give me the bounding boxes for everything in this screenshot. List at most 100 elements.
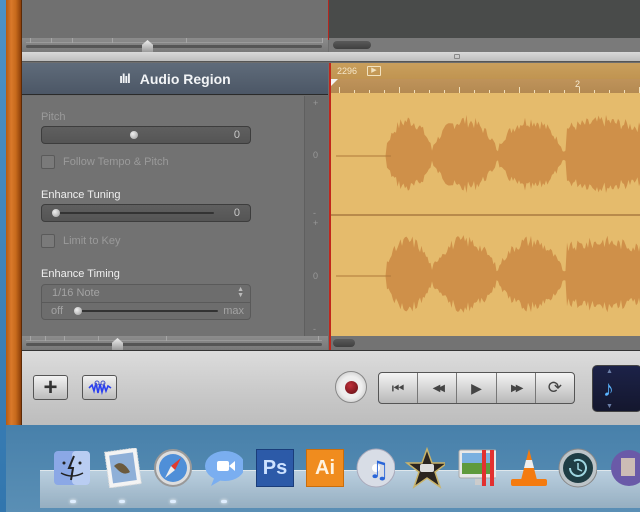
play-icon: ▶ — [471, 379, 482, 396]
garageband-window: ılıl Audio Region Pitch 0 Follow Tempo &… — [22, 0, 640, 425]
illustrator-icon: Ai — [306, 449, 344, 487]
music-note-icon: ♪ — [603, 376, 614, 401]
horizontal-scrollbar-top[interactable] — [329, 38, 640, 52]
record-icon — [345, 381, 358, 394]
beat-ruler[interactable]: 2 — [331, 79, 640, 93]
tempo-readout: 2296 — [337, 66, 358, 76]
mail-icon — [104, 448, 142, 488]
record-button[interactable] — [335, 371, 367, 403]
imovie-icon — [405, 447, 445, 489]
ichat-icon — [205, 451, 243, 486]
limit-to-key-label: Limit to Key — [63, 235, 121, 247]
parallels-icon — [458, 449, 496, 486]
rewind-icon: ◀◀ — [432, 382, 446, 394]
dock-item-mail[interactable] — [102, 448, 142, 488]
cycle-button[interactable]: ⟳ — [536, 373, 574, 403]
dock-item-photoshop[interactable]: Ps — [255, 448, 295, 488]
running-indicator — [119, 500, 125, 503]
dock-item-parallels[interactable] — [456, 448, 496, 488]
editor-toggle-button[interactable] — [82, 375, 117, 400]
dock-item-imovie[interactable] — [405, 447, 445, 489]
enhance-tuning-slider[interactable]: 0 — [41, 204, 251, 222]
editor-zoom-ticks — [26, 336, 322, 341]
itunes-icon: ♫ — [356, 448, 395, 488]
play-button[interactable]: ▶ — [457, 373, 497, 403]
lcd-up-arrow-icon[interactable]: ▲ — [606, 368, 613, 375]
enhance-timing-label: Enhance Timing — [41, 268, 120, 280]
track-zoom-slider[interactable] — [22, 38, 328, 52]
enhance-timing-control: 1/16 Note ▲ ▼ off max — [41, 284, 251, 320]
waveform-channel — [333, 235, 640, 313]
svg-text:♫: ♫ — [368, 456, 390, 484]
split-divider[interactable] — [22, 52, 640, 62]
waveform — [331, 114, 640, 313]
dock-item-time-machine[interactable] — [557, 448, 597, 488]
add-track-button[interactable]: + — [33, 375, 68, 400]
editor-zoom-slider[interactable] — [22, 336, 328, 350]
dock-item-ichat[interactable] — [203, 448, 243, 488]
dock-item-finder[interactable] — [52, 448, 92, 488]
system-app-icon — [611, 450, 640, 486]
follow-tempo-checkbox[interactable] — [41, 155, 55, 169]
dock-item-safari[interactable] — [153, 448, 193, 488]
control-bar: + ⏮ ◀◀ ▶ ▶▶ ⟳ ▲ ♪ ▼ — [22, 350, 640, 425]
follow-tempo-label: Follow Tempo & Pitch — [63, 156, 169, 168]
waveform-icon: ılıl — [119, 71, 130, 86]
zoom-ticks — [26, 38, 323, 43]
scale-minus: - — [313, 208, 316, 218]
transport-controls: ⏮ ◀◀ ▶ ▶▶ ⟳ — [378, 372, 575, 404]
scroll-thumb[interactable] — [333, 41, 371, 49]
running-indicator — [221, 500, 227, 503]
timing-amount-slider[interactable]: off max — [42, 303, 250, 320]
waveform-channel — [333, 114, 640, 193]
scroll-thumb-bottom[interactable] — [333, 339, 355, 347]
pitch-slider[interactable]: 0 — [41, 126, 251, 144]
pitch-knob[interactable] — [130, 131, 138, 139]
time-machine-icon — [558, 448, 597, 488]
lcd-down-arrow-icon[interactable]: ▼ — [606, 403, 613, 410]
window-wood-frame — [6, 0, 22, 425]
dock-item-system-app[interactable] — [607, 448, 640, 488]
play-flag-icon[interactable]: ▶ — [367, 66, 381, 76]
track-list-area — [22, 0, 328, 40]
dock-item-illustrator[interactable]: Ai — [305, 448, 345, 488]
limit-to-key-checkbox[interactable] — [41, 234, 55, 248]
playhead[interactable] — [331, 79, 338, 86]
scale-plus: + — [313, 98, 319, 108]
audio-region-editor: Pitch 0 Follow Tempo & Pitch Enhance Tun… — [22, 96, 328, 336]
enhance-tuning-label: Enhance Tuning — [41, 189, 121, 201]
dock-item-vlc[interactable] — [507, 448, 547, 488]
scale-zero: 0 — [313, 150, 319, 160]
waveform-editor[interactable]: 2296 ▶ 2 — [329, 63, 640, 336]
timing-note-select[interactable]: 1/16 Note ▲ ▼ — [42, 285, 250, 303]
tuning-knob[interactable] — [52, 209, 60, 217]
zoom-groove — [26, 45, 322, 48]
timing-max-label: max — [223, 305, 244, 317]
timing-selected-value: 1/16 Note — [52, 287, 100, 299]
lcd-display[interactable]: ▲ ♪ ▼ — [592, 365, 640, 412]
running-indicator — [170, 500, 176, 503]
go-to-beginning-button[interactable]: ⏮ — [379, 373, 419, 403]
horizontal-scrollbar-bottom[interactable] — [329, 336, 640, 350]
tuning-value: 0 — [233, 207, 240, 219]
pitch-value: 0 — [233, 129, 240, 141]
scale-minus-2: - — [313, 324, 316, 334]
go-to-beginning-icon: ⏮ — [391, 379, 405, 396]
level-scale: + 0 - + 0 - — [304, 96, 328, 336]
timing-knob[interactable] — [74, 307, 82, 315]
cycle-icon: ⟳ — [547, 378, 563, 397]
editor-title: Audio Region — [139, 70, 231, 87]
fast-forward-button[interactable]: ▶▶ — [497, 373, 536, 403]
tuning-groove — [54, 212, 214, 214]
tempo-ruler: 2296 ▶ — [331, 63, 640, 79]
timing-min-label: off — [51, 305, 64, 317]
divider-grip-icon[interactable] — [454, 54, 460, 59]
scale-plus-2: + — [313, 218, 319, 228]
running-indicator — [70, 500, 76, 503]
photoshop-icon: Ps — [256, 449, 294, 487]
updown-arrows-icon: ▲ ▼ — [237, 286, 244, 299]
fast-forward-icon: ▶▶ — [511, 382, 524, 394]
rewind-button[interactable]: ◀◀ — [418, 373, 458, 403]
timing-groove — [78, 310, 218, 312]
dock-item-itunes[interactable]: ♫ — [355, 448, 395, 488]
